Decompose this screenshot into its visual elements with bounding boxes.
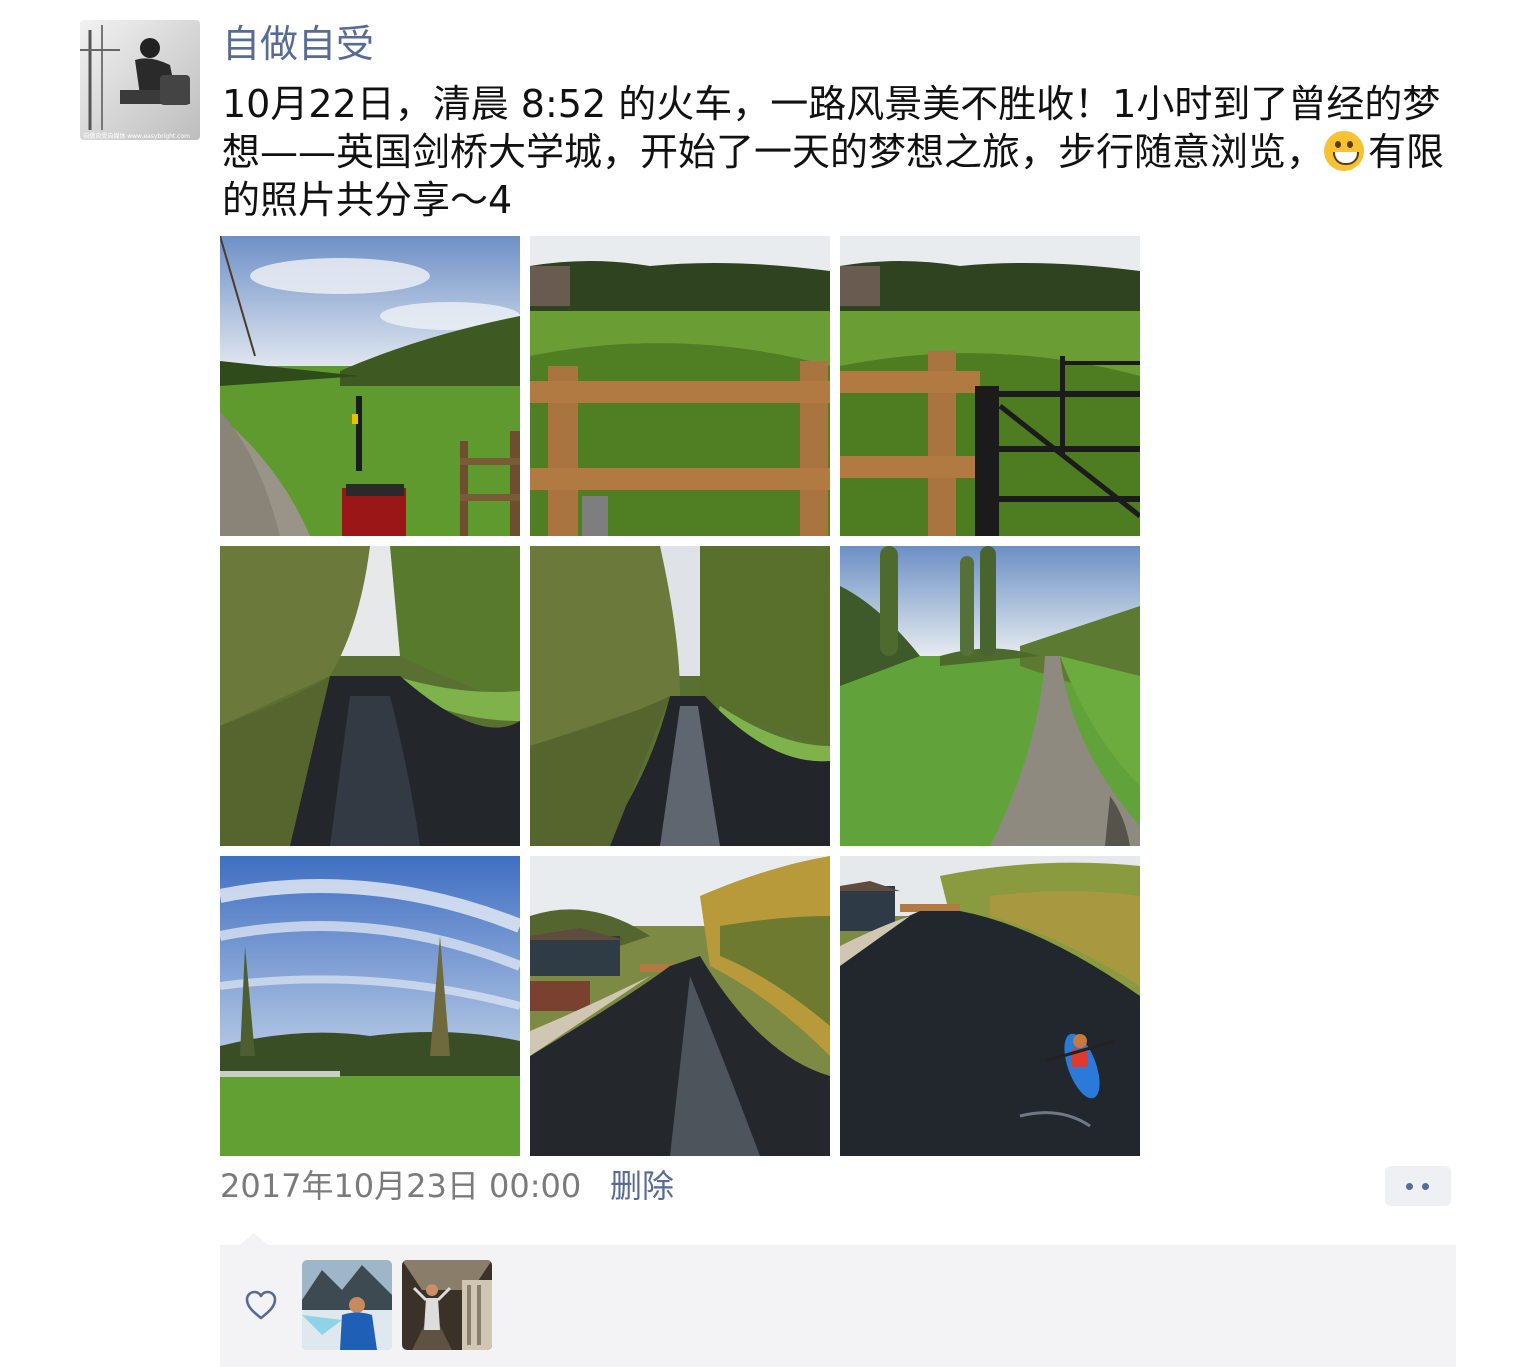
likes-pointer xyxy=(240,1233,268,1245)
photo-blue-sky-field[interactable] xyxy=(220,856,520,1156)
more-options-button[interactable] xyxy=(1385,1166,1451,1206)
photo-grid xyxy=(220,236,1140,1156)
author-name[interactable]: 自做自受 xyxy=(222,18,374,70)
dot-icon xyxy=(1406,1183,1413,1190)
post-text: 10月22日，清晨 8:52 的火车，一路风景美不胜收！1小时到了曾经的梦想——… xyxy=(222,80,1472,224)
post-text-main: 10月22日，清晨 8:52 的火车，一路风景美不胜收！1小时到了曾经的梦想——… xyxy=(222,82,1441,174)
grinning-face-icon xyxy=(1324,131,1365,171)
author-avatar[interactable]: 自做自受自媒体 www.easybright.com xyxy=(80,20,200,140)
photo-river-trees-2[interactable] xyxy=(530,546,830,846)
photo-meadow-fence[interactable] xyxy=(530,236,830,536)
likes-panel xyxy=(220,1245,1456,1367)
photo-river-kayak[interactable] xyxy=(840,856,1140,1156)
avatar-caption: 自做自受自媒体 www.easybright.com xyxy=(83,132,190,140)
photo-meadow-gate[interactable] xyxy=(840,236,1140,536)
liker-avatar-1[interactable] xyxy=(302,1260,392,1350)
dot-icon xyxy=(1422,1183,1429,1190)
liker-avatar-2[interactable] xyxy=(402,1260,492,1350)
photo-river-boathouse[interactable] xyxy=(530,856,830,1156)
post-timestamp: 2017年10月23日 00:00 xyxy=(220,1167,582,1205)
photo-towpath[interactable] xyxy=(840,546,1140,846)
heart-icon xyxy=(245,1290,277,1320)
photo-meadow-path[interactable] xyxy=(220,236,520,536)
delete-button[interactable]: 删除 xyxy=(610,1162,674,1210)
photo-river-trees-1[interactable] xyxy=(220,546,520,846)
